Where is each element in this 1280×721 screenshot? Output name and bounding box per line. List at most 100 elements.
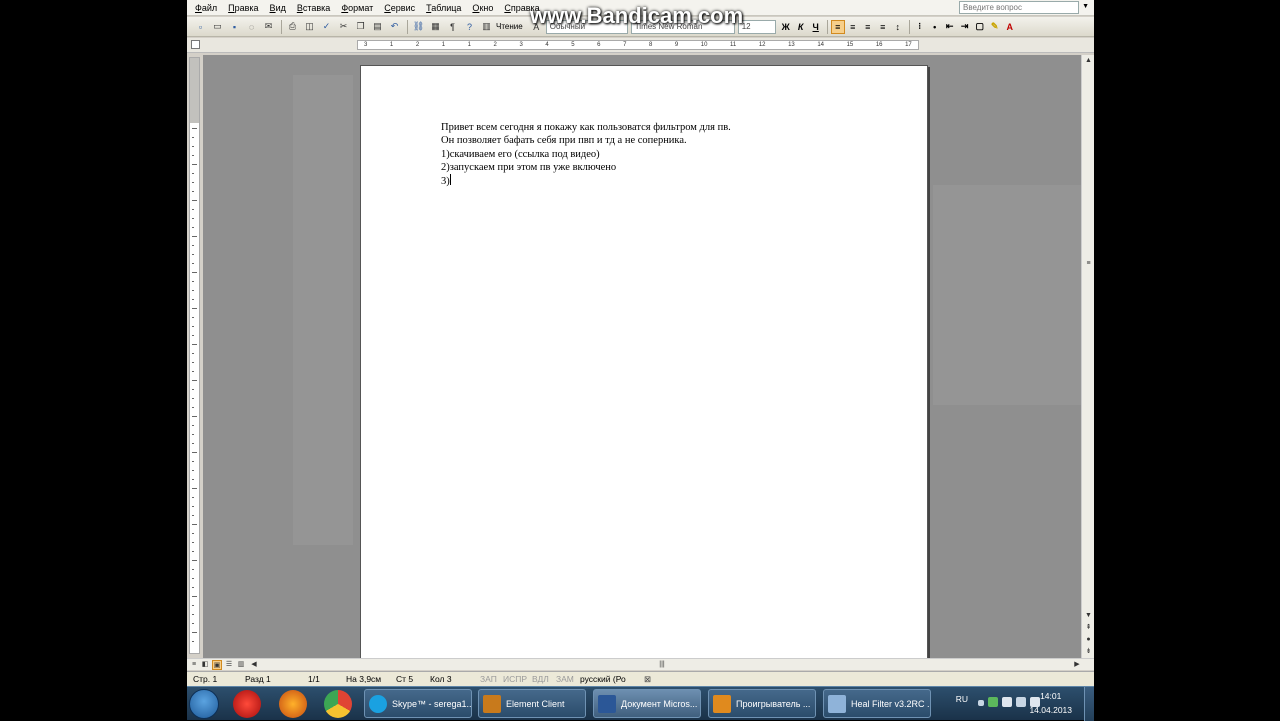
browse-object-icon[interactable]: ● — [1083, 634, 1094, 645]
ruler-tick — [192, 407, 194, 408]
show-hidden-icons-icon[interactable] — [978, 700, 984, 706]
align-center-icon[interactable]: ≡ — [846, 20, 860, 34]
menu-edit[interactable]: Правка — [228, 3, 258, 13]
firefox-icon[interactable] — [279, 690, 307, 718]
scroll-thumb-icon[interactable]: ||| — [657, 660, 667, 670]
bullets-icon[interactable]: • — [928, 20, 942, 34]
start-button[interactable] — [189, 689, 219, 719]
ruler-tick — [192, 587, 194, 588]
menu-window[interactable]: Окно — [472, 3, 493, 13]
copy-icon[interactable]: ❐ — [353, 20, 368, 34]
menu-insert[interactable]: Вставка — [297, 3, 330, 13]
line-spacing-icon[interactable]: ↕ — [891, 20, 905, 34]
vertical-scrollbar[interactable]: ▲ ≡ ▼ ⇞ ● ⇟ — [1081, 55, 1094, 658]
security-icon[interactable] — [988, 697, 998, 707]
ruler-mark: 1 — [441, 42, 446, 48]
ruler-tick — [192, 614, 194, 615]
vertical-ruler[interactable] — [189, 57, 200, 654]
new-document-icon[interactable]: ▫ — [193, 20, 208, 34]
chevron-down-icon[interactable]: ▼ — [1082, 3, 1089, 10]
status-record[interactable]: ЗАП — [480, 674, 497, 684]
help-icon[interactable]: ? — [462, 20, 477, 34]
status-overtype[interactable]: ЗАМ — [556, 674, 574, 684]
help-search-input[interactable]: Введите вопрос — [959, 1, 1079, 14]
ruler-mark: 17 — [905, 42, 912, 48]
document-line[interactable]: 3) — [441, 174, 451, 188]
underline-button[interactable]: Ч — [809, 20, 823, 34]
save-icon[interactable]: ▪ — [227, 20, 242, 34]
bold-button[interactable]: Ж — [779, 20, 793, 34]
layout-view-icon[interactable]: ▣ — [212, 660, 222, 670]
scroll-up-icon[interactable]: ▲ — [1083, 55, 1094, 66]
language-indicator[interactable]: RU — [956, 694, 968, 704]
undo-icon[interactable]: ↶ — [387, 20, 402, 34]
taskbar-item-heal-filter[interactable]: Heal Filter v3.2RC ... — [823, 689, 931, 718]
status-extend[interactable]: ВДЛ — [532, 674, 549, 684]
taskbar-item-player[interactable]: Проигрыватель ... — [708, 689, 816, 718]
show-desktop-button[interactable] — [1084, 687, 1094, 721]
paste-icon[interactable]: ▤ — [370, 20, 385, 34]
cut-icon[interactable]: ✂ — [336, 20, 351, 34]
align-right-icon[interactable]: ≡ — [861, 20, 875, 34]
numbering-icon[interactable]: ⁝ — [913, 20, 927, 34]
print-icon[interactable]: ⎙ — [285, 20, 300, 34]
toolbar-divider — [908, 19, 910, 34]
print-preview-icon[interactable]: ◫ — [302, 20, 317, 34]
menu-tools[interactable]: Сервис — [384, 3, 415, 13]
font-color-icon[interactable]: A — [1003, 20, 1017, 34]
menu-file[interactable]: Файл — [195, 3, 217, 13]
permission-icon[interactable]: ◌ — [244, 20, 259, 34]
table-icon[interactable]: ▦ — [428, 20, 443, 34]
menu-view[interactable]: Вид — [270, 3, 286, 13]
next-page-icon[interactable]: ⇟ — [1083, 646, 1094, 657]
reading-view-icon[interactable]: ▥ — [236, 660, 246, 670]
hyperlink-icon[interactable]: ⛓ — [411, 20, 426, 34]
taskbar-item-element-client[interactable]: Element Client — [478, 689, 586, 718]
normal-view-icon[interactable]: ≡ — [189, 660, 199, 670]
scroll-left-icon[interactable]: ◀ — [249, 660, 259, 670]
open-folder-icon[interactable]: ▭ — [210, 20, 225, 34]
document-line[interactable]: 2)запускаем при этом пв уже включено — [441, 161, 616, 174]
document-line[interactable]: Привет всем сегодня я покажу как пользов… — [441, 121, 731, 134]
clock-date: 14.04.2013 — [1029, 705, 1072, 715]
scroll-down-icon[interactable]: ▼ — [1083, 610, 1094, 621]
chrome-icon[interactable] — [324, 690, 352, 718]
justify-icon[interactable]: ≡ — [876, 20, 890, 34]
horizontal-scrollbar[interactable]: ≡ ◧ ▣ ☰ ▥ ◀ ||| ▶ — [187, 658, 1094, 670]
document-page[interactable]: Привет всем сегодня я покажу как пользов… — [360, 65, 928, 658]
taskbar-item-skype[interactable]: Skype™ - serega1... — [364, 689, 472, 718]
ruler-mark: 15 — [846, 42, 854, 48]
taskbar-item-word[interactable]: Документ Micros... — [593, 689, 701, 718]
increase-indent-icon[interactable]: ⇥ — [958, 20, 972, 34]
email-icon[interactable]: ✉ — [261, 20, 276, 34]
status-track-changes[interactable]: ИСПР — [503, 674, 527, 684]
scroll-right-icon[interactable]: ▶ — [1072, 660, 1082, 670]
previous-page-icon[interactable]: ⇞ — [1083, 622, 1094, 633]
border-icon[interactable]: ▢ — [973, 20, 987, 34]
decrease-indent-icon[interactable]: ⇤ — [943, 20, 957, 34]
spelling-status-icon[interactable]: ⊠ — [644, 674, 651, 685]
opera-icon[interactable] — [233, 690, 261, 718]
tab-selector-icon[interactable] — [191, 40, 200, 49]
italic-button[interactable]: К — [794, 20, 808, 34]
status-language[interactable]: русский (Ро — [580, 674, 626, 684]
menu-format[interactable]: Формат — [341, 3, 373, 13]
toolbar-divider — [281, 19, 282, 34]
document-line[interactable]: 1)скачиваем его (ссылка под видео) — [441, 148, 600, 161]
spelling-icon[interactable]: ✓ — [319, 20, 334, 34]
clock[interactable]: 14:01 14.04.2013 — [1029, 689, 1072, 717]
reading-mode-button[interactable]: Чтение — [496, 22, 523, 31]
align-left-icon[interactable]: ≡ — [830, 19, 845, 34]
scroll-thumb-icon[interactable]: ≡ — [1083, 258, 1094, 269]
network-icon[interactable] — [1016, 697, 1026, 707]
font-size-select[interactable]: 12 — [737, 19, 776, 34]
reading-icon[interactable]: ▥ — [479, 20, 494, 34]
highlight-icon[interactable]: ✎ — [988, 20, 1002, 34]
outline-view-icon[interactable]: ☰ — [224, 660, 234, 670]
web-view-icon[interactable]: ◧ — [200, 660, 210, 670]
document-line[interactable]: Он позволяет бафать себя при пвп и тд а … — [441, 134, 687, 147]
menu-table[interactable]: Таблица — [426, 3, 461, 13]
horizontal-ruler[interactable]: 3 1 2 1 1 2 3 4 5 6 7 8 9 10 11 12 13 14… — [357, 40, 919, 50]
action-center-icon[interactable] — [1002, 697, 1012, 707]
show-formatting-icon[interactable]: ¶ — [445, 20, 460, 34]
